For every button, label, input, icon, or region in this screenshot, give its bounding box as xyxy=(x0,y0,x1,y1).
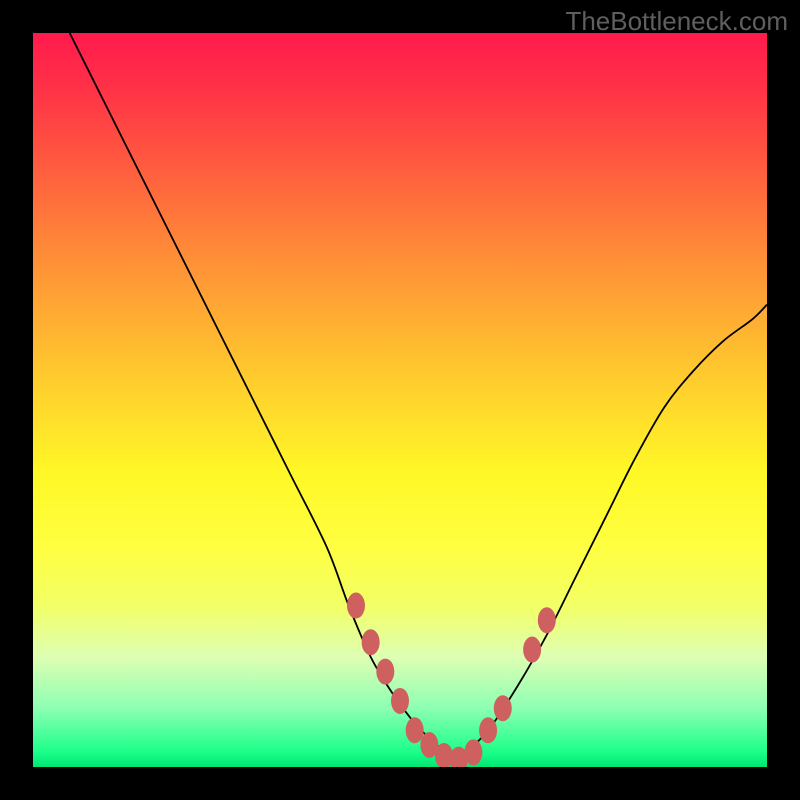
chart-svg xyxy=(33,33,767,767)
data-marker xyxy=(391,688,409,714)
data-marker xyxy=(479,717,497,743)
data-marker xyxy=(376,659,394,685)
chart-area xyxy=(33,33,767,767)
data-marker xyxy=(362,629,380,655)
left-curve xyxy=(70,33,459,760)
watermark: TheBottleneck.com xyxy=(565,6,788,37)
right-curve xyxy=(459,305,767,760)
data-marker xyxy=(494,695,512,721)
data-marker xyxy=(464,739,482,765)
data-marker xyxy=(538,607,556,633)
data-marker xyxy=(347,593,365,619)
data-markers-group xyxy=(347,593,556,767)
data-marker xyxy=(523,637,541,663)
data-marker xyxy=(406,717,424,743)
